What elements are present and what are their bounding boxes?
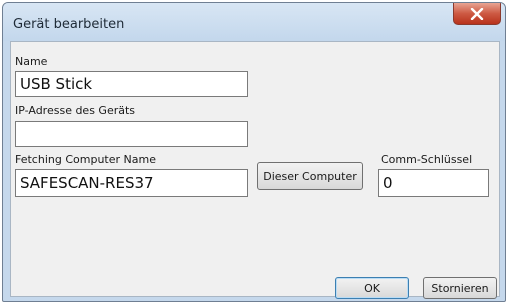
ip-address-label: IP-Adresse des Geräts — [15, 104, 136, 117]
comm-key-label: Comm-Schlüssel — [381, 153, 473, 166]
window-title: Gerät bearbeiten — [13, 17, 125, 32]
dialog-window: Gerät bearbeiten Name IP-Adresse des Ger… — [2, 2, 506, 302]
title-bar[interactable]: Gerät bearbeiten — [3, 3, 505, 41]
comm-key-field[interactable] — [378, 169, 489, 197]
ok-button[interactable]: OK — [335, 277, 409, 299]
name-field[interactable] — [15, 71, 248, 97]
ip-address-field[interactable] — [15, 121, 248, 147]
fetching-computer-name-label: Fetching Computer Name — [15, 153, 156, 166]
fetching-computer-name-field[interactable] — [15, 169, 248, 197]
cancel-button[interactable]: Stornieren — [423, 277, 497, 299]
this-computer-button[interactable]: Dieser Computer — [257, 162, 363, 190]
close-icon — [470, 7, 484, 20]
close-button[interactable] — [453, 3, 501, 25]
name-label: Name — [15, 55, 48, 68]
dialog-content: Name IP-Adresse des Geräts Fetching Comp… — [10, 41, 500, 299]
